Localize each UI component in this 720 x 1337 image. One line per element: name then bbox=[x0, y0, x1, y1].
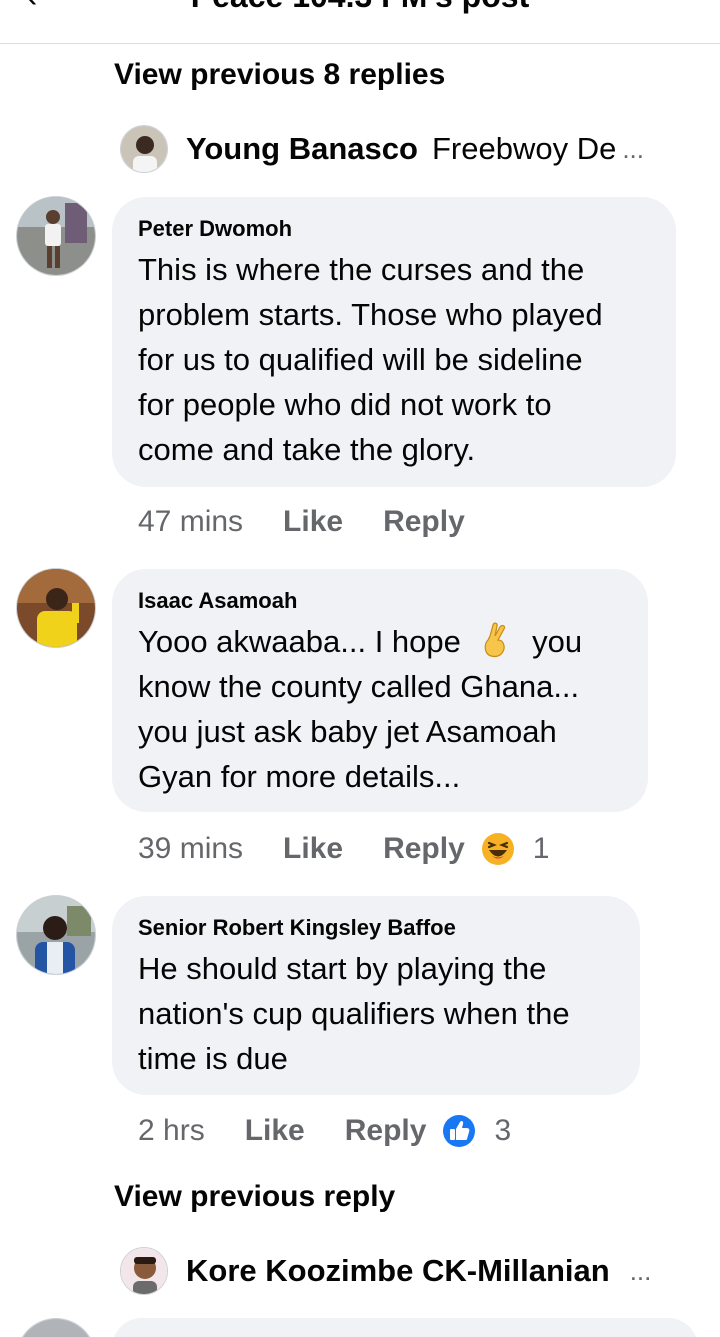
comment-bubble: Senior Robert Kingsley Baffoe He should … bbox=[112, 896, 640, 1095]
like-button[interactable]: Like bbox=[283, 832, 343, 866]
avatar[interactable] bbox=[120, 125, 168, 173]
reaction-count: 3 bbox=[494, 1114, 512, 1147]
comment-bubble: Isaac Asamoah Yooo akwaaba... I hope you… bbox=[112, 569, 648, 812]
ellipsis: ... bbox=[629, 1255, 652, 1286]
avatar[interactable] bbox=[16, 1318, 96, 1337]
collapsed-reply[interactable]: Young Banasco Freebwoy De ... bbox=[120, 124, 644, 174]
comment-author[interactable]: Isaac Asamoah bbox=[138, 587, 622, 615]
reaction-summary[interactable]: 1 bbox=[481, 832, 550, 866]
crossed-fingers-emoji-icon bbox=[480, 622, 514, 658]
like-button[interactable]: Like bbox=[245, 1114, 305, 1148]
view-previous-reply-link[interactable]: View previous reply bbox=[114, 1180, 395, 1214]
comment-text: He should start by playing the nation's … bbox=[138, 951, 570, 1076]
avatar[interactable] bbox=[16, 568, 96, 648]
collapsed-reply-author[interactable]: Young Banasco bbox=[186, 131, 418, 167]
reaction-count: 1 bbox=[532, 832, 550, 865]
collapsed-reply[interactable]: Kore Koozimbe CK-Millanian ... bbox=[120, 1246, 651, 1296]
comment-timestamp: 39 mins bbox=[138, 832, 244, 865]
comment-bubble: Peter Dwomoh This is where the curses an… bbox=[112, 197, 676, 487]
page-title: Peace 104.3 FM's post bbox=[0, 0, 720, 15]
comment-author[interactable]: Peter Dwomoh bbox=[138, 215, 650, 243]
reaction-summary[interactable]: 3 bbox=[442, 1114, 511, 1148]
top-bar: ‹ Peace 104.3 FM's post bbox=[0, 0, 720, 44]
comment-timestamp: 2 hrs bbox=[138, 1114, 205, 1147]
reply-button[interactable]: Reply bbox=[383, 505, 465, 539]
like-button[interactable]: Like bbox=[283, 505, 343, 539]
comment-meta: 39 mins Like Reply 1 bbox=[138, 829, 549, 869]
like-reaction-icon bbox=[442, 1114, 476, 1148]
haha-emoji-icon bbox=[481, 832, 515, 866]
comment-text: This is where the curses and the problem… bbox=[138, 252, 603, 467]
comment-author[interactable]: Senior Robert Kingsley Baffoe bbox=[138, 914, 614, 942]
view-previous-replies-link[interactable]: View previous 8 replies bbox=[114, 58, 445, 92]
avatar[interactable] bbox=[16, 895, 96, 975]
comment-text: Yooo akwaaba... I hope you know the coun… bbox=[138, 622, 583, 794]
avatar[interactable] bbox=[16, 196, 96, 276]
comment-bubble bbox=[112, 1318, 698, 1337]
collapsed-reply-author[interactable]: Kore Koozimbe CK-Millanian bbox=[186, 1253, 610, 1289]
collapsed-reply-preview: Freebwoy De bbox=[431, 131, 617, 166]
comment-timestamp: 47 mins bbox=[138, 505, 244, 538]
comment-meta: 2 hrs Like Reply 3 bbox=[138, 1111, 511, 1151]
comment-meta: 47 mins Like Reply bbox=[138, 502, 465, 542]
reply-button[interactable]: Reply bbox=[383, 832, 465, 866]
ellipsis: ... bbox=[622, 133, 644, 164]
avatar[interactable] bbox=[120, 1247, 168, 1295]
reply-button[interactable]: Reply bbox=[345, 1114, 427, 1148]
